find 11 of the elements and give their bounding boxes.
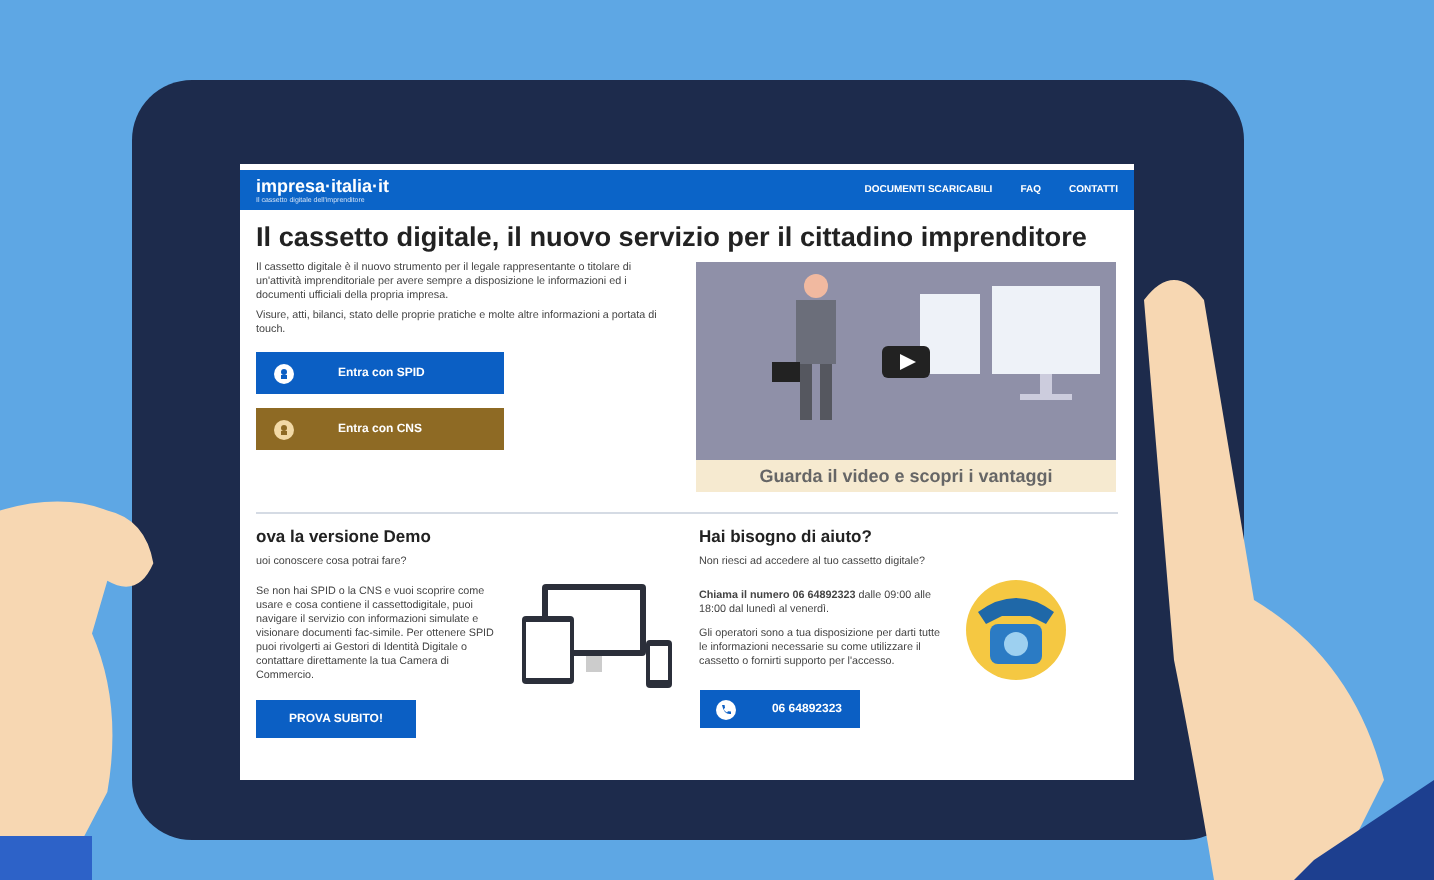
- page-title: Il cassetto digitale, il nuovo servizio per il cittadino imprenditore: [256, 222, 1087, 255]
- user-icon: [274, 363, 294, 384]
- site-logo[interactable]: impresa·italia·it: [256, 176, 390, 196]
- section-heading: ova la versione Demo: [256, 526, 433, 547]
- section-heading: Hai bisogno di aiuto?: [699, 526, 874, 547]
- video-caption: Guarda il video e scopri i vantaggi: [696, 460, 1116, 493]
- play-icon[interactable]: [882, 345, 930, 378]
- phone-icon: [715, 699, 736, 720]
- card-icon: [274, 419, 294, 440]
- video-thumbnail[interactable]: [696, 262, 1116, 461]
- telephone-icon: [965, 580, 1065, 681]
